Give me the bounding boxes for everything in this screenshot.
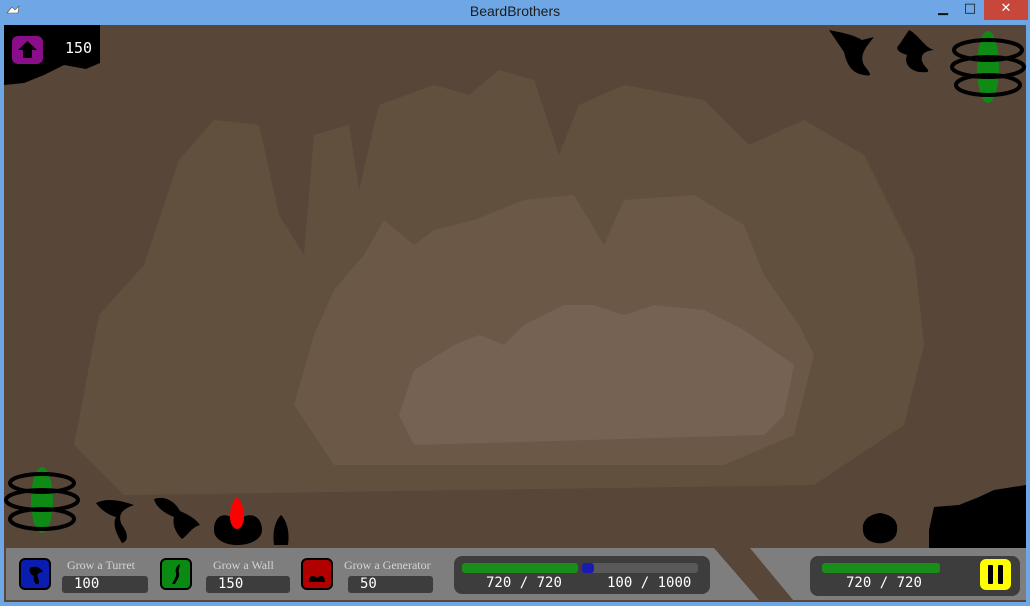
wall-label: Grow a Wall [213, 558, 274, 572]
home-icon [12, 36, 43, 64]
player-energy-fill [582, 563, 594, 573]
generator-icon [309, 575, 325, 582]
player-generator [214, 497, 262, 545]
black-rock-bottom-right [929, 485, 1026, 550]
wall-cost: 150 [206, 576, 290, 593]
game-canvas[interactable]: 150 Grow a Turret 100 Grow a Wall 150 Gr… [4, 25, 1026, 602]
enemy-health-separator: / [879, 575, 889, 591]
enemy-health-max: 720 [896, 575, 922, 591]
turret-icon [29, 566, 43, 585]
player-energy-current: 100 [607, 575, 633, 591]
wall-icon [172, 564, 180, 584]
close-button[interactable]: ✕ [984, 0, 1028, 20]
player-health-bar [462, 563, 578, 573]
player-base [4, 467, 80, 533]
cave-background [4, 25, 1026, 550]
player-energy-bar [582, 563, 698, 573]
enemy-beard-shape [829, 30, 934, 76]
resource-value: 150 [65, 39, 93, 57]
window-title: BeardBrothers [469, 3, 561, 19]
generator-cost: 50 [348, 576, 433, 593]
player-health-current: 720 [486, 575, 512, 591]
player-turrets [96, 497, 200, 543]
enemy-health-fill [822, 563, 940, 573]
turret-cost: 100 [62, 576, 148, 593]
title-bar: BeardBrothers ▁ □ ✕ [0, 0, 1030, 25]
generator-button[interactable] [301, 558, 333, 590]
player-energy-separator: / [640, 575, 650, 591]
resource-panel: 150 [4, 25, 100, 85]
enemy-unit [862, 513, 898, 544]
enemy-health-current: 720 [846, 575, 872, 591]
player-energy-text: 100 / 1000 [607, 575, 691, 591]
player-health-fill [462, 563, 578, 573]
turret-button[interactable] [19, 558, 51, 590]
pause-icon [988, 565, 1003, 584]
maximize-button[interactable]: □ [957, 0, 983, 20]
enemy-base [950, 31, 1026, 103]
enemy-health-text: 720 / 720 [846, 575, 922, 591]
player-health-max: 720 [536, 575, 562, 591]
player-health-text: 720 / 720 [486, 575, 562, 591]
wall-button[interactable] [160, 558, 192, 590]
player-unit [273, 515, 289, 545]
player-energy-max: 1000 [657, 575, 692, 591]
pause-button[interactable] [980, 559, 1011, 590]
turret-label: Grow a Turret [67, 558, 135, 572]
minimize-button[interactable]: ▁ [930, 0, 956, 20]
player-health-separator: / [519, 575, 529, 591]
generator-label: Grow a Generator [344, 558, 431, 572]
enemy-health-bar [822, 563, 940, 573]
